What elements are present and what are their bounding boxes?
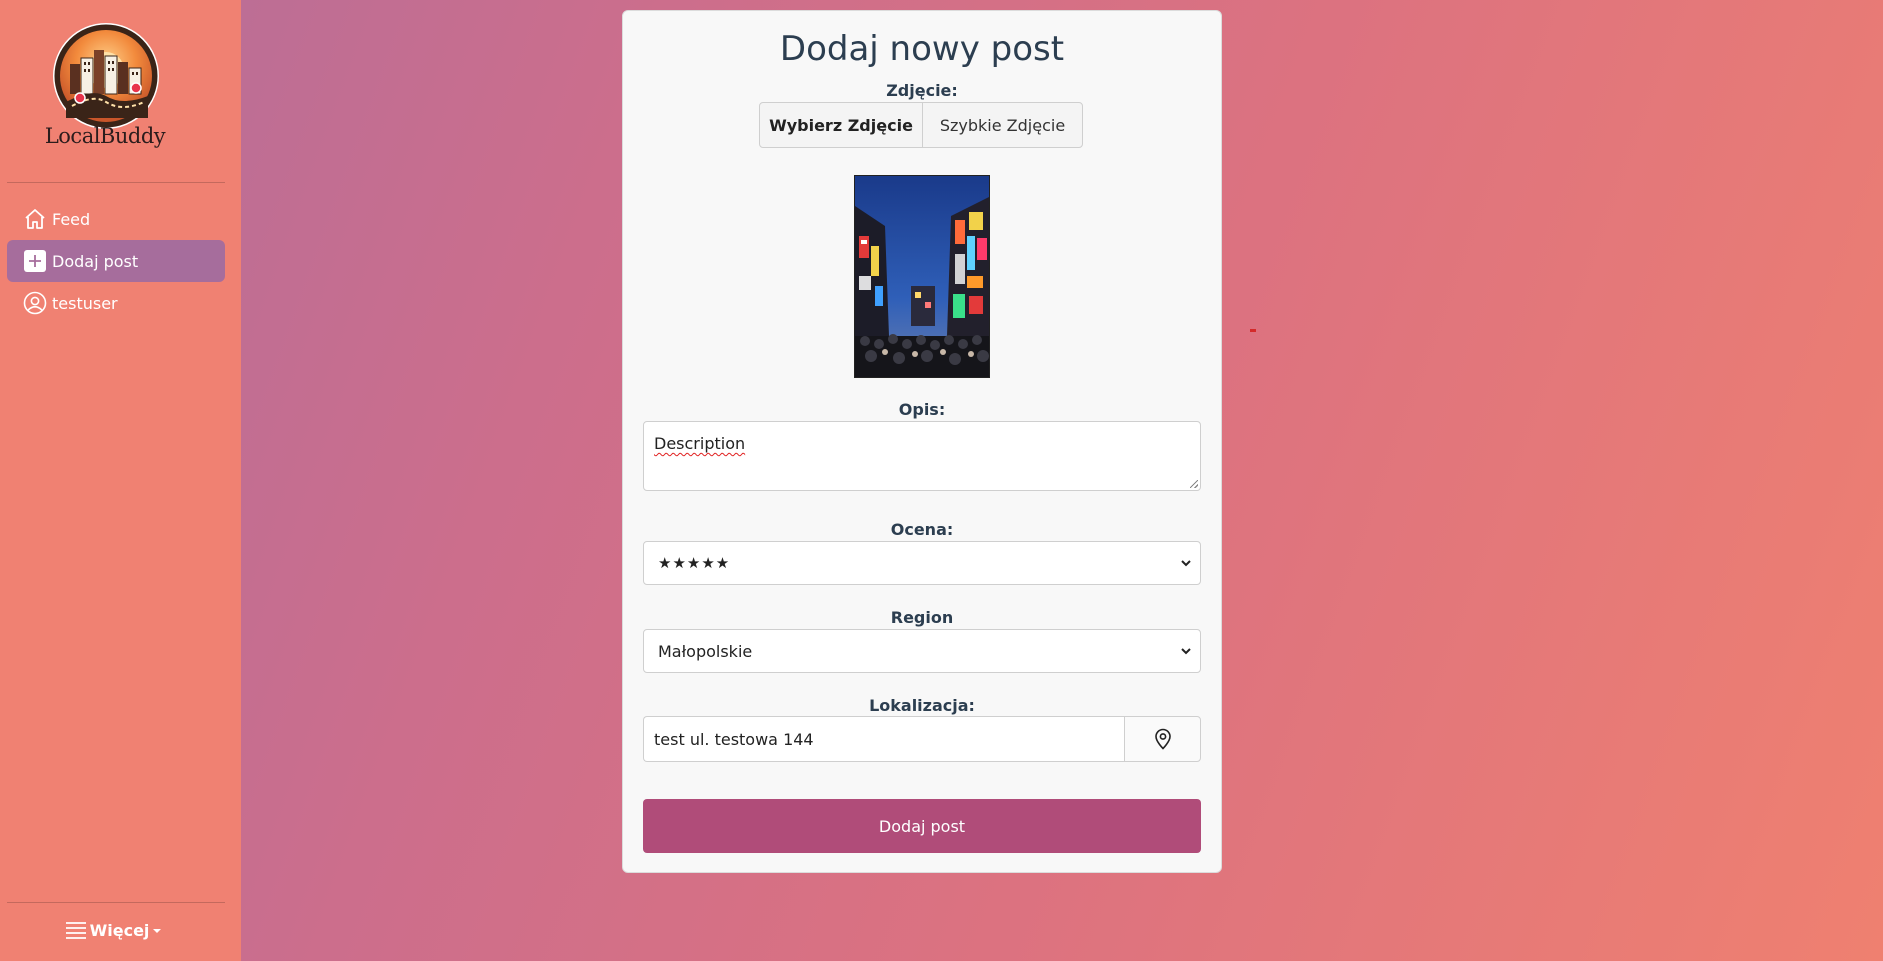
sidebar-item-label: Feed	[52, 209, 91, 229]
user-circle-icon	[22, 290, 48, 316]
sidebar: LocalBuddy Feed Dodaj post testuser Więc…	[0, 0, 241, 961]
page-title: Dodaj nowy post	[779, 29, 1065, 69]
description-value: Description	[654, 434, 746, 453]
location-input-group: test ul. testowa 144	[643, 716, 1201, 762]
region-label: Region	[890, 608, 954, 627]
location-value: test ul. testowa 144	[654, 729, 814, 749]
sidebar-item-profile[interactable]: testuser	[7, 282, 225, 324]
sidebar-item-label: testuser	[52, 293, 118, 313]
region-select[interactable]: Małopolskie	[643, 629, 1201, 673]
location-label: Lokalizacja:	[869, 696, 975, 715]
add-post-card: Dodaj nowy post Zdjęcie: Wybierz Zdjęcie…	[622, 10, 1222, 873]
stray-red-mark	[1250, 329, 1256, 332]
localbuddy-logo-icon[interactable]	[52, 22, 160, 130]
brand-name: LocalBuddy	[44, 124, 166, 148]
more-menu-button[interactable]: Więcej	[0, 920, 225, 940]
plus-square-icon	[22, 248, 48, 274]
sidebar-item-label: Dodaj post	[52, 251, 139, 271]
map-pin-icon	[1154, 728, 1171, 750]
sidebar-divider	[7, 902, 225, 903]
caret-down-icon	[153, 929, 162, 933]
chevron-down-icon	[1181, 648, 1191, 655]
sidebar-item-feed[interactable]: Feed	[7, 198, 225, 240]
submit-post-button[interactable]: Dodaj post	[643, 799, 1201, 853]
more-label: Więcej	[89, 920, 150, 940]
home-icon	[22, 206, 48, 232]
sidebar-divider	[7, 182, 225, 183]
rating-label: Ocena:	[890, 520, 954, 539]
region-value: Małopolskie	[658, 641, 753, 661]
photo-label: Zdjęcie:	[886, 81, 958, 100]
description-textarea[interactable]: Description	[643, 421, 1201, 491]
choose-photo-button[interactable]: Wybierz Zdjęcie	[759, 102, 923, 148]
rating-value: ★★★★★	[658, 554, 731, 572]
hamburger-icon	[65, 922, 86, 939]
sidebar-nav: Feed Dodaj post testuser	[7, 198, 225, 324]
resize-handle-icon[interactable]	[1190, 480, 1198, 488]
photo-preview	[854, 175, 990, 378]
chevron-down-icon	[1181, 560, 1191, 567]
sidebar-item-add-post[interactable]: Dodaj post	[7, 240, 225, 282]
quick-photo-button[interactable]: Szybkie Zdjęcie	[922, 102, 1083, 148]
photo-button-group: Wybierz Zdjęcie Szybkie Zdjęcie	[759, 102, 1083, 148]
location-input[interactable]: test ul. testowa 144	[643, 716, 1124, 762]
locate-button[interactable]	[1124, 716, 1201, 762]
description-label: Opis:	[898, 400, 946, 419]
rating-select[interactable]: ★★★★★	[643, 541, 1201, 585]
